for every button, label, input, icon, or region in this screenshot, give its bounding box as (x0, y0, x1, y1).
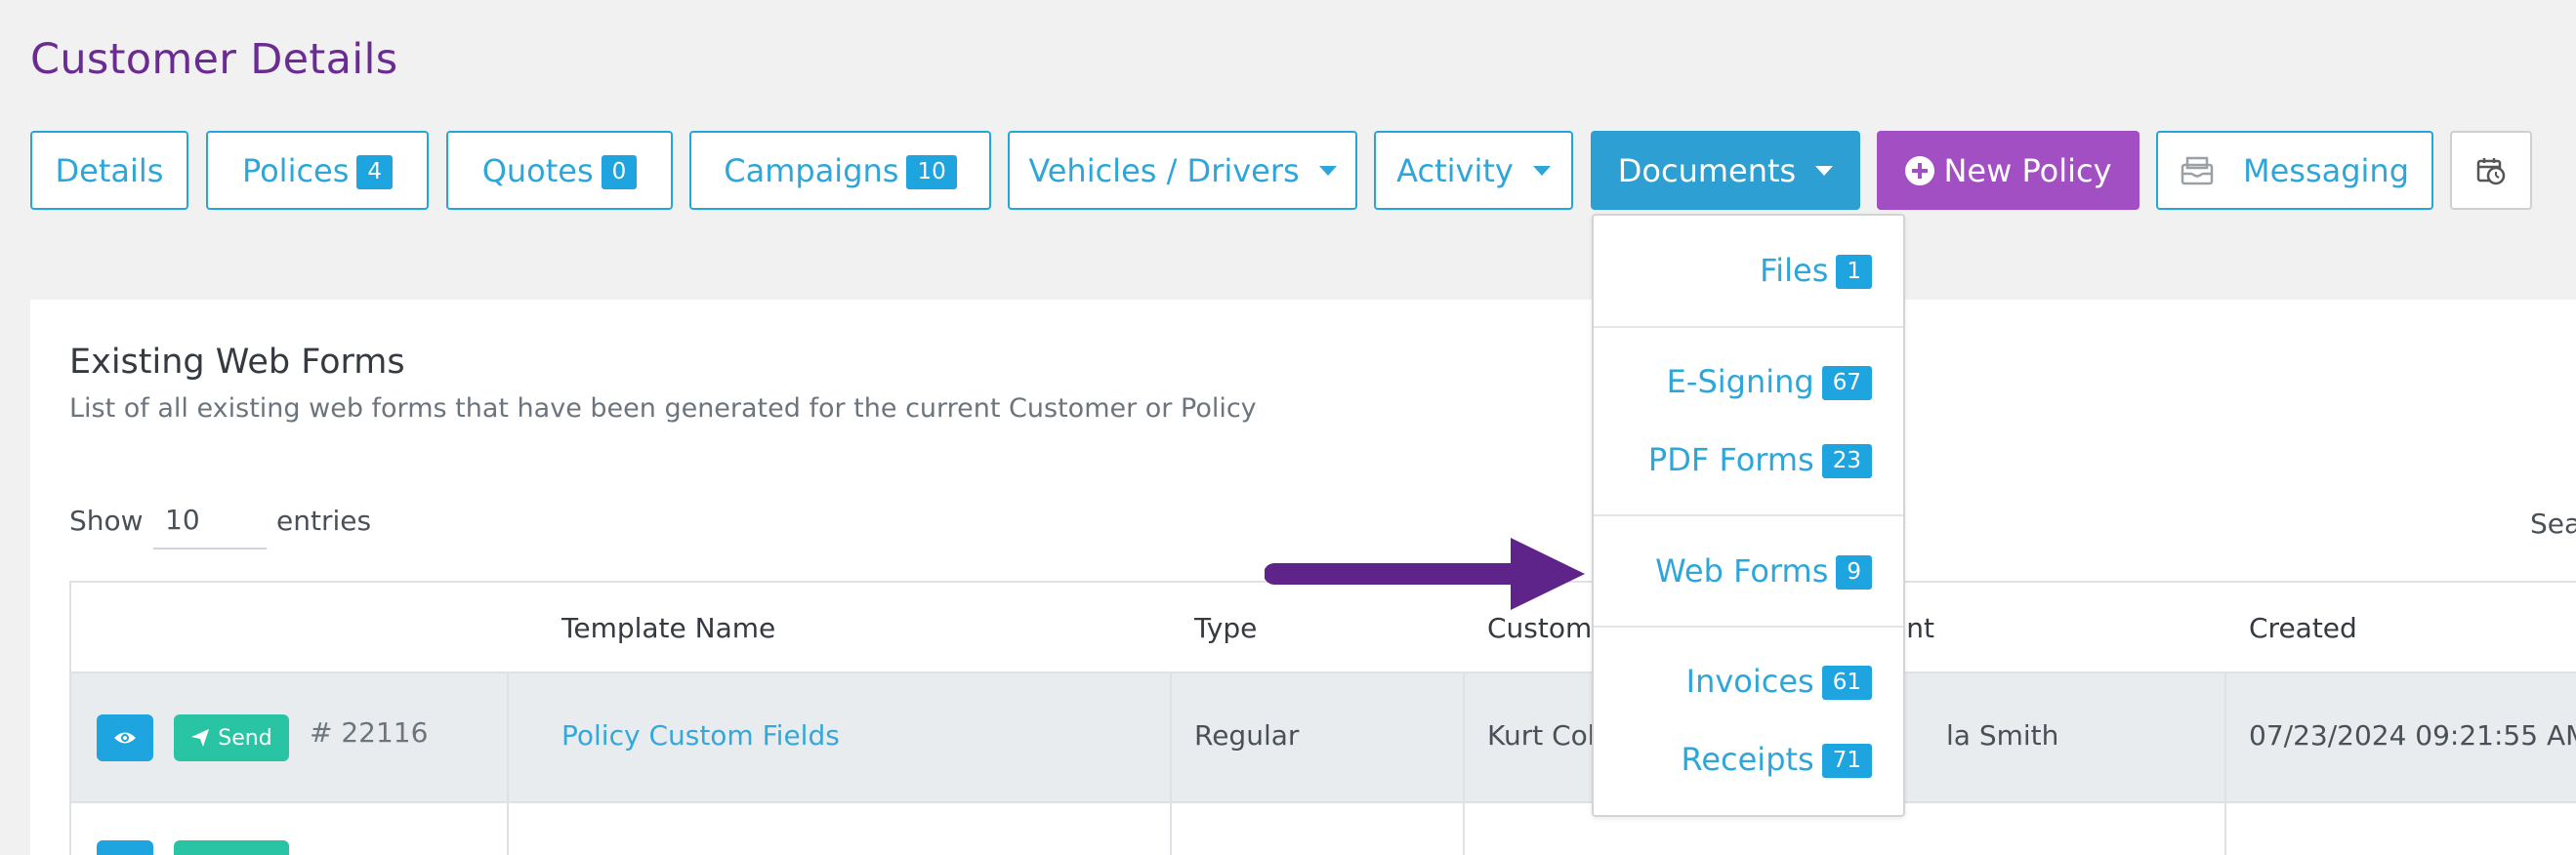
view-button[interactable] (97, 714, 153, 761)
menu-item-pdf-forms[interactable]: PDF Forms 23 (1648, 440, 1872, 478)
template-name-link[interactable]: Policy Custom Fields (561, 719, 840, 752)
tab-campaigns-label: Campaigns (724, 151, 899, 189)
tab-activity[interactable]: Activity (1374, 131, 1573, 210)
row-id: # 22116 (310, 716, 429, 749)
new-policy-button[interactable]: New Policy (1877, 131, 2140, 210)
eye-icon (114, 732, 136, 744)
search-label: Sea (2530, 508, 2576, 540)
tab-activity-label: Activity (1396, 151, 1514, 189)
tab-campaigns[interactable]: Campaigns 10 (689, 131, 991, 210)
menu-divider (1594, 326, 1903, 328)
column-header-type[interactable]: Type (1194, 612, 1257, 644)
page-title: Customer Details (30, 35, 398, 84)
column-divider (507, 673, 509, 855)
schedule-button[interactable] (2450, 131, 2532, 210)
show-label: Show (69, 505, 144, 537)
tab-details-label: Details (55, 151, 164, 189)
plus-circle-icon (1905, 155, 1935, 185)
tab-polices-label: Polices (241, 151, 350, 189)
menu-item-pdf-forms-badge: 23 (1821, 444, 1872, 478)
menu-item-receipts-badge: 71 (1821, 744, 1872, 778)
messaging-label: Messaging (2242, 151, 2410, 189)
row-type: Regular (1194, 719, 1300, 752)
menu-item-receipts[interactable]: Receipts 71 (1682, 740, 1872, 778)
send-button-label: Send (218, 725, 272, 751)
row-created: 07/23/2024 09:21:55 AM (2249, 719, 2576, 752)
new-policy-label: New Policy (1943, 151, 2112, 189)
table-row (71, 801, 2576, 855)
tab-polices[interactable]: Polices 4 (206, 131, 429, 210)
documents-dropdown-menu: Files 1 E-Signing 67 PDF Forms 23 Web Fo… (1592, 214, 1905, 817)
menu-item-invoices[interactable]: Invoices 61 (1686, 662, 1872, 700)
menu-item-receipts-label: Receipts (1681, 740, 1814, 778)
row-agent: la Smith (1946, 719, 2059, 752)
menu-item-web-forms-badge: 9 (1836, 555, 1872, 590)
send-button[interactable] (174, 840, 289, 855)
entries-per-page-select[interactable] (153, 491, 267, 550)
section-subtitle: List of all existing web forms that have… (69, 393, 1257, 424)
chevron-down-icon (1532, 165, 1551, 176)
tab-polices-badge: 4 (356, 155, 394, 189)
chevron-down-icon (1815, 165, 1834, 176)
menu-item-invoices-label: Invoices (1685, 662, 1814, 700)
table-row: Send # 22116 Policy Custom Fields Regula… (71, 673, 2576, 801)
column-header-created[interactable]: Created (2249, 612, 2357, 644)
menu-item-files-badge: 1 (1836, 255, 1872, 289)
column-divider (1463, 673, 1465, 855)
tab-quotes-badge: 0 (601, 155, 638, 189)
menu-divider (1594, 514, 1903, 516)
entries-label: entries (276, 505, 372, 537)
menu-item-e-signing-badge: 67 (1821, 366, 1872, 400)
tab-documents[interactable]: Documents (1591, 131, 1860, 210)
menu-item-web-forms[interactable]: Web Forms 9 (1655, 551, 1872, 590)
section-title: Existing Web Forms (69, 343, 405, 382)
messaging-button[interactable]: Messaging (2156, 131, 2433, 210)
tab-details[interactable]: Details (30, 131, 188, 210)
tab-quotes[interactable]: Quotes 0 (446, 131, 673, 210)
menu-item-e-signing-label: E-Signing (1666, 362, 1814, 400)
tab-documents-label: Documents (1617, 151, 1797, 189)
pointer-arrow-icon (1265, 538, 1585, 610)
tab-quotes-label: Quotes (481, 151, 594, 189)
menu-item-pdf-forms-label: PDF Forms (1647, 440, 1814, 478)
web-forms-table: Template Name Type Customer ent Created … (69, 581, 2576, 855)
column-divider (1170, 673, 1172, 855)
menu-item-files-label: Files (1760, 251, 1829, 289)
paper-plane-icon (191, 729, 210, 747)
menu-item-files[interactable]: Files 1 (1760, 251, 1872, 289)
inbox-icon (2181, 156, 2214, 184)
chevron-down-icon (1318, 165, 1337, 176)
calendar-clock-icon (2476, 157, 2506, 184)
view-button[interactable] (97, 840, 153, 855)
column-divider (2224, 673, 2226, 855)
send-button[interactable]: Send (174, 714, 289, 761)
tab-campaigns-badge: 10 (906, 155, 957, 189)
menu-divider (1594, 626, 1903, 628)
menu-item-web-forms-label: Web Forms (1655, 551, 1829, 590)
menu-item-invoices-badge: 61 (1821, 666, 1872, 700)
column-header-template-name[interactable]: Template Name (561, 612, 775, 644)
tab-vehicles-label: Vehicles / Drivers (1028, 151, 1300, 189)
tab-vehicles-drivers[interactable]: Vehicles / Drivers (1008, 131, 1357, 210)
menu-item-e-signing[interactable]: E-Signing 67 (1667, 362, 1872, 400)
